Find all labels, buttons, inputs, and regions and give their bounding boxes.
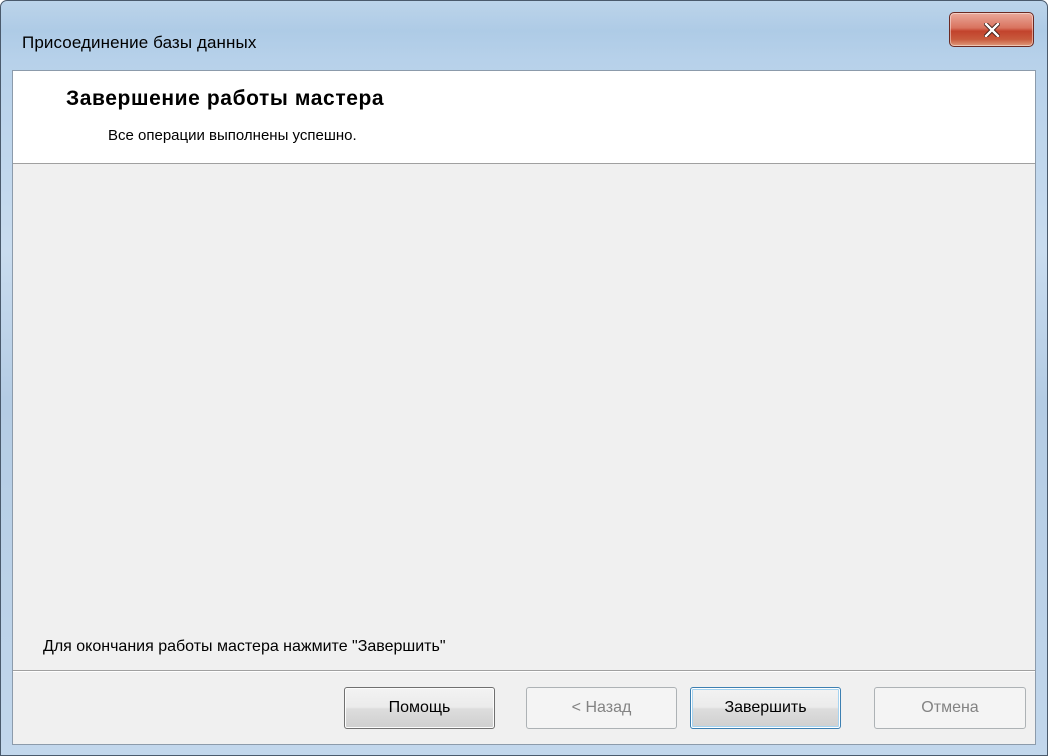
wizard-header: Завершение работы мастера Все операции в… bbox=[13, 71, 1035, 164]
title-bar[interactable]: Присоединение базы данных bbox=[1, 1, 1047, 69]
close-icon bbox=[983, 22, 1000, 37]
page-subtitle: Все операции выполнены успешно. bbox=[108, 127, 357, 144]
help-button[interactable]: Помощь bbox=[344, 687, 495, 729]
page-title: Завершение работы мастера bbox=[66, 87, 385, 110]
wizard-content bbox=[13, 164, 1035, 634]
back-button[interactable]: < Назад bbox=[526, 687, 677, 729]
close-button[interactable] bbox=[949, 12, 1034, 47]
wizard-client-area: Завершение работы мастера Все операции в… bbox=[12, 70, 1036, 745]
window-title: Присоединение базы данных bbox=[22, 33, 257, 52]
finish-button[interactable]: Завершить bbox=[690, 687, 841, 729]
button-separator bbox=[13, 670, 1035, 672]
finish-hint-label: Для окончания работы мастера нажмите "За… bbox=[43, 638, 446, 655]
wizard-window: Присоединение базы данных Завершение раб… bbox=[0, 0, 1048, 756]
cancel-button[interactable]: Отмена bbox=[874, 687, 1026, 729]
